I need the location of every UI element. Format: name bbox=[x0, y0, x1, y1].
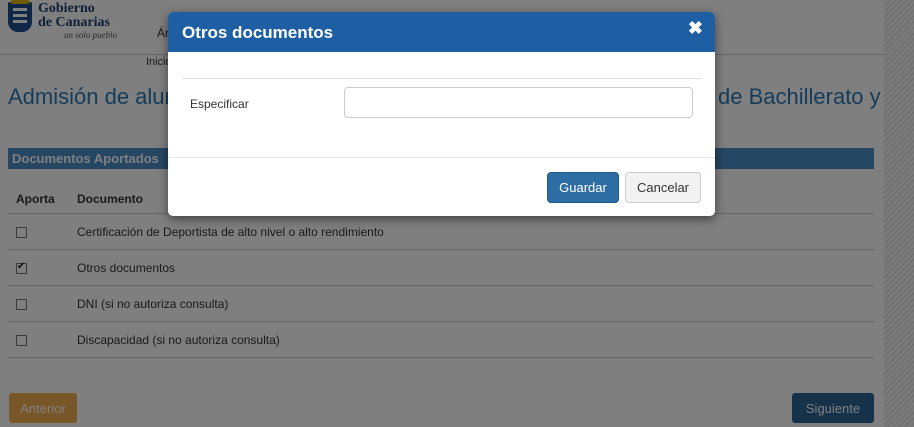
especificar-input[interactable] bbox=[344, 87, 693, 118]
dialog-footer-divider bbox=[168, 157, 715, 158]
close-icon[interactable]: ✖ bbox=[688, 18, 703, 39]
dialog-header: Otros documentos ✖ bbox=[168, 12, 715, 52]
otros-documentos-dialog: Otros documentos ✖ Especificar Guardar C… bbox=[168, 12, 715, 216]
especificar-label: Especificar bbox=[190, 97, 249, 111]
dialog-title: Otros documentos bbox=[182, 23, 334, 42]
dialog-divider bbox=[182, 78, 702, 79]
cancel-button[interactable]: Cancelar bbox=[625, 172, 701, 203]
save-button[interactable]: Guardar bbox=[547, 172, 619, 203]
